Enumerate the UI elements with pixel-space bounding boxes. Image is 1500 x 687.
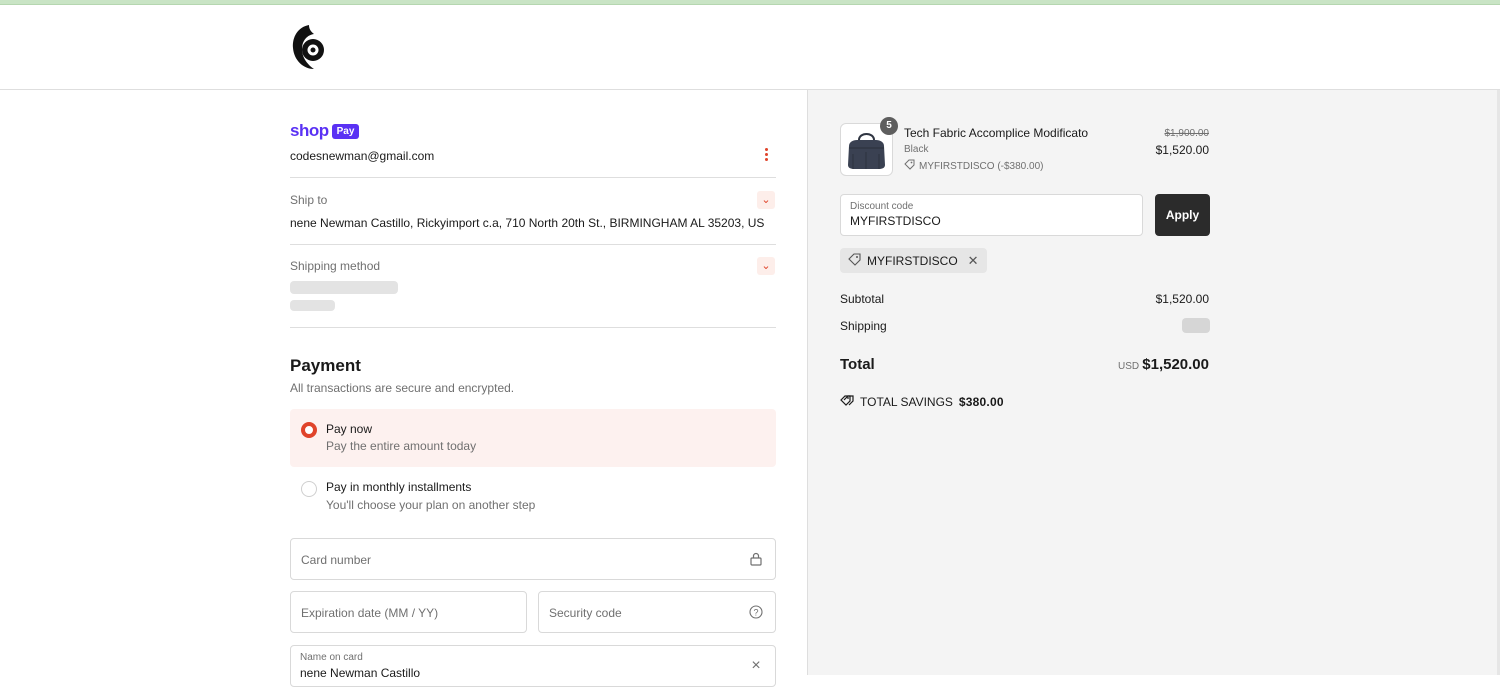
- installments-radio[interactable]: [301, 481, 317, 497]
- shipping-method-loading: [290, 300, 335, 311]
- help-icon[interactable]: ?: [749, 605, 763, 619]
- payment-title: Payment: [290, 356, 361, 375]
- quantity-badge: 5: [880, 117, 898, 135]
- lock-icon: [749, 552, 763, 566]
- pay-now-subtitle: Pay the entire amount today: [326, 439, 477, 453]
- pay-now-radio[interactable]: [301, 422, 317, 438]
- payment-subtitle: All transactions are secure and encrypte…: [290, 381, 515, 395]
- installments-option[interactable]: Pay in monthly installments You'll choos…: [290, 467, 776, 525]
- total-currency: USD: [1118, 361, 1140, 372]
- expiration-date-field[interactable]: Expiration date (MM / YY): [290, 591, 527, 633]
- product-discount-text: MYFIRSTDISCO (-$380.00): [919, 160, 1044, 172]
- installments-subtitle: You'll choose your plan on another step: [326, 498, 536, 512]
- svg-text:?: ?: [753, 608, 758, 618]
- name-on-card-value: nene Newman Castillo: [300, 666, 421, 680]
- store-logo[interactable]: [290, 23, 328, 71]
- clear-icon[interactable]: ×: [749, 658, 763, 674]
- divider: [290, 244, 776, 245]
- discount-code-value: MYFIRSTDISCO: [850, 214, 941, 228]
- security-code-field[interactable]: Security code ?: [538, 591, 776, 633]
- product-discount: MYFIRSTDISCO (-$380.00): [904, 159, 1043, 173]
- security-code-placeholder: Security code: [549, 606, 622, 620]
- original-price: $1,900.00: [1164, 128, 1210, 139]
- shop-pay-logo: shop Pay: [290, 121, 360, 140]
- installments-title: Pay in monthly installments: [326, 480, 472, 494]
- discount-code-field[interactable]: Discount code MYFIRSTDISCO: [840, 194, 1143, 236]
- product-price: $1,520.00: [1155, 143, 1209, 157]
- divider: [290, 327, 776, 328]
- shop-pay-brand: shop: [290, 121, 329, 140]
- shipping-label: Shipping: [840, 319, 887, 333]
- account-email: codesnewman@gmail.com: [290, 149, 435, 163]
- discount-code-label: Discount code: [850, 201, 914, 212]
- pay-now-title: Pay now: [326, 422, 373, 436]
- total-savings: TOTAL SAVINGS $380.00: [840, 394, 1004, 409]
- total-value: $1,520.00: [1142, 356, 1209, 373]
- total-label: Total: [840, 356, 875, 373]
- order-summary-pane: [807, 90, 1500, 675]
- pay-now-option[interactable]: Pay now Pay the entire amount today: [290, 409, 776, 467]
- product-variant: Black: [904, 144, 929, 155]
- tag-icon: [904, 159, 915, 173]
- page-header: [0, 5, 1500, 90]
- subtotal-value: $1,520.00: [1155, 292, 1209, 306]
- expiration-date-placeholder: Expiration date (MM / YY): [301, 606, 439, 620]
- savings-label: TOTAL SAVINGS: [860, 394, 953, 409]
- shop-pay-badge: Pay: [331, 123, 360, 139]
- ship-to-label: Ship to: [290, 193, 328, 207]
- tag-icon: [848, 252, 861, 269]
- card-number-field[interactable]: Card number: [290, 538, 776, 580]
- remove-discount-icon[interactable]: ✕: [968, 253, 979, 269]
- apply-button[interactable]: Apply: [1155, 194, 1210, 236]
- shipping-method-chevron-down-icon[interactable]: ⌄: [757, 257, 775, 275]
- savings-tag-icon: [840, 394, 854, 409]
- savings-value: $380.00: [958, 394, 1004, 409]
- card-number-placeholder: Card number: [301, 553, 372, 567]
- shipping-method-label: Shipping method: [290, 259, 381, 273]
- name-on-card-field[interactable]: Name on card nene Newman Castillo ×: [290, 645, 776, 687]
- ship-to-chevron-down-icon[interactable]: ⌄: [757, 191, 775, 209]
- more-options-icon[interactable]: [764, 148, 770, 162]
- product-name: Tech Fabric Accomplice Modificato: [904, 126, 1089, 140]
- applied-discount-code: MYFIRSTDISCO: [867, 253, 958, 268]
- ship-to-address: nene Newman Castillo, Rickyimport c.a, 7…: [290, 216, 765, 230]
- divider: [290, 177, 776, 178]
- shipping-value-loading: [1182, 318, 1210, 333]
- shipping-method-loading: [290, 281, 398, 294]
- applied-discount-chip: MYFIRSTDISCO ✕: [840, 248, 987, 273]
- name-on-card-label: Name on card: [300, 652, 363, 663]
- subtotal-label: Subtotal: [840, 292, 885, 306]
